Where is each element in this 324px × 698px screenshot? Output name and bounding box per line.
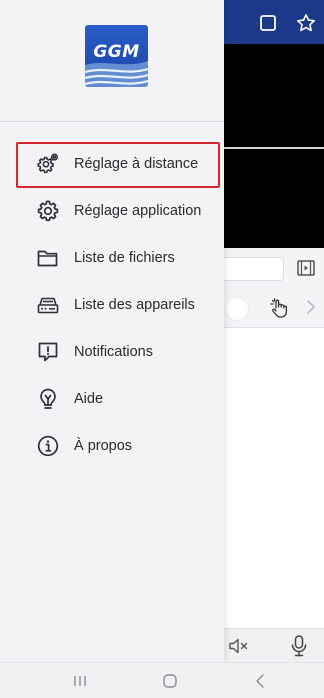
menu-label: Liste de fichiers [74, 249, 175, 266]
window-square-icon[interactable] [258, 13, 278, 33]
video-preview[interactable] [224, 44, 324, 248]
notification-icon [36, 340, 60, 364]
search-input[interactable] [224, 257, 284, 281]
menu-item-about[interactable]: À propos [0, 422, 224, 469]
recent-apps-icon[interactable] [60, 667, 100, 695]
drawer-header: GGM [0, 0, 224, 122]
back-icon[interactable] [240, 667, 280, 695]
menu-label: Réglage à distance [74, 155, 199, 172]
video-divider [224, 147, 324, 149]
control-strip [224, 288, 324, 328]
menu-label: À propos [74, 437, 133, 454]
menu-item-notifications[interactable]: Notifications [0, 328, 224, 375]
star-icon[interactable] [296, 13, 316, 33]
menu-item-device-list[interactable]: Liste des appareils [0, 281, 224, 328]
drawer-menu: Réglage à distance Réglage application L… [0, 140, 224, 469]
menu-item-remote-settings[interactable]: Réglage à distance [0, 140, 224, 188]
menu-item-help[interactable]: Aide [0, 375, 224, 422]
film-icon[interactable] [296, 258, 316, 283]
system-navigation-bar [0, 662, 324, 698]
search-strip [224, 248, 324, 288]
gear-icon [36, 199, 60, 223]
menu-label: Notifications [74, 343, 153, 360]
menu-label: Réglage application [74, 202, 202, 219]
help-bulb-icon [36, 387, 60, 411]
navigation-drawer: GGM Réglage à distance Réglage applicati… [0, 0, 224, 662]
toggle-switch[interactable] [226, 298, 248, 320]
content-area [224, 328, 324, 628]
remote-settings-icon [36, 152, 60, 176]
logo-text: GGM [93, 42, 140, 62]
menu-item-file-list[interactable]: Liste de fichiers [0, 234, 224, 281]
speaker-mute-icon[interactable] [228, 637, 250, 660]
microphone-icon[interactable] [290, 634, 308, 663]
device-list-icon [36, 293, 60, 317]
menu-label: Liste des appareils [74, 296, 195, 313]
menu-item-app-settings[interactable]: Réglage application [0, 187, 224, 234]
audio-controls [224, 628, 324, 662]
menu-label: Aide [74, 390, 104, 407]
chevron-right-icon[interactable] [306, 299, 316, 320]
folder-icon [36, 246, 60, 270]
ggm-logo: GGM [85, 25, 148, 87]
info-icon [36, 434, 60, 458]
hand-pointer-icon[interactable] [268, 297, 290, 324]
home-icon[interactable] [150, 667, 190, 695]
app-top-bar [224, 0, 324, 44]
